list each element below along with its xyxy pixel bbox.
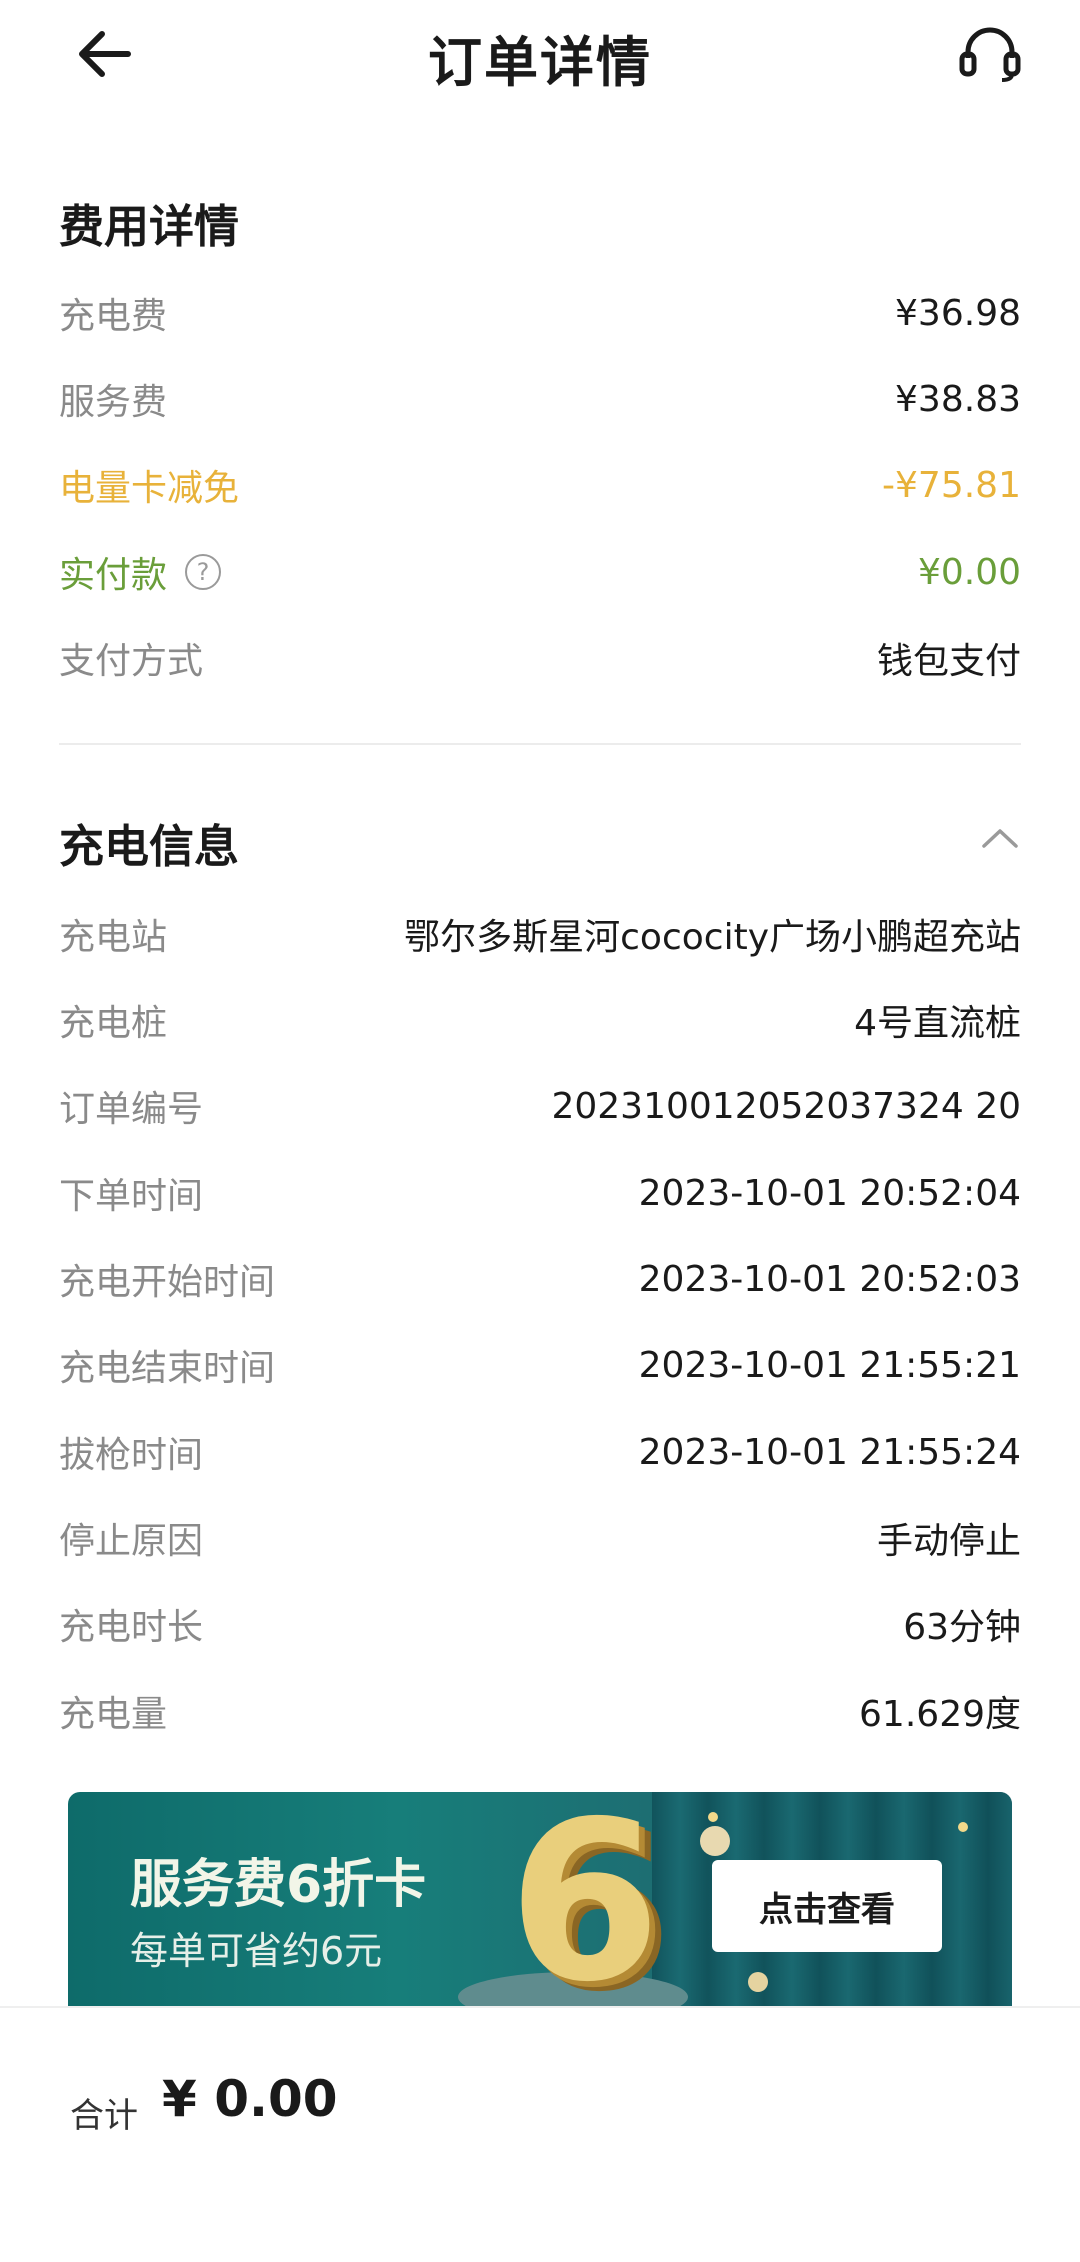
info-label: 停止原因 <box>59 1521 204 1562</box>
pile-value: 4号直流桩 <box>854 1003 1021 1044</box>
info-row: 拔枪时间 2023-10-01 21:55:24 <box>59 1422 1021 1482</box>
charging-section-title: 充电信息 <box>59 820 240 873</box>
confetti-ball <box>700 1826 730 1856</box>
info-label: 充电结束时间 <box>59 1348 276 1389</box>
section-divider <box>59 743 1021 745</box>
paid-row: 实付款 ? ¥0.00 <box>59 542 1021 602</box>
unplug-time-value: 2023-10-01 21:55:24 <box>638 1431 1021 1473</box>
info-row: 充电量 61.629度 <box>59 1681 1021 1741</box>
confetti-dot <box>708 1812 718 1822</box>
page-title: 订单详情 <box>428 31 652 94</box>
fee-section-title: 费用详情 <box>59 200 240 253</box>
charge-fee-value: ¥36.98 <box>895 292 1021 334</box>
station-value: 鄂尔多斯星河cococity广场小鹏超充站 <box>404 917 1021 958</box>
info-row: 充电时长 63分钟 <box>59 1594 1021 1654</box>
paid-value: ¥0.00 <box>917 551 1021 593</box>
discount-label: 电量卡减免 <box>59 468 240 509</box>
help-icon[interactable]: ? <box>185 554 222 590</box>
charge-fee-row: 充电费 ¥36.98 <box>59 283 1021 343</box>
customer-service-button[interactable] <box>950 14 1030 94</box>
banner-title: 服务费6折卡 <box>130 1855 427 1915</box>
info-label: 拔枪时间 <box>59 1435 204 1476</box>
info-row: 充电结束时间 2023-10-01 21:55:21 <box>59 1335 1021 1395</box>
total-value: ¥ 0.00 <box>162 2070 338 2128</box>
promo-banner[interactable]: 6 服务费6折卡 每单可省约6元 点击查看 <box>68 1792 1012 2006</box>
service-fee-value: ¥38.83 <box>895 378 1021 420</box>
order-time-value: 2023-10-01 20:52:04 <box>638 1172 1021 1214</box>
paid-label-wrap: 实付款 ? <box>59 546 222 598</box>
chevron-up-icon <box>982 829 1018 848</box>
banner-subtitle: 每单可省约6元 <box>130 1929 383 1973</box>
bottom-bar: 合计 ¥ 0.00 <box>0 2006 1080 2262</box>
info-row: 订单编号 202310012052037324 20 <box>59 1076 1021 1136</box>
collapse-button[interactable] <box>970 808 1030 868</box>
duration-value: 63分钟 <box>903 1607 1021 1648</box>
banner-big-number: 6 <box>508 1792 662 2006</box>
confetti-dot <box>958 1822 968 1832</box>
end-time-value: 2023-10-01 21:55:21 <box>638 1344 1021 1386</box>
discount-value: -¥75.81 <box>882 464 1021 506</box>
service-fee-label: 服务费 <box>59 382 168 423</box>
service-fee-row: 服务费 ¥38.83 <box>59 369 1021 429</box>
info-label: 订单编号 <box>59 1089 204 1130</box>
info-row: 充电桩 4号直流桩 <box>59 990 1021 1050</box>
info-label: 下单时间 <box>59 1176 204 1217</box>
info-label: 充电站 <box>59 917 168 958</box>
info-row: 停止原因 手动停止 <box>59 1508 1021 1568</box>
order-number-value: 202310012052037324 20 <box>551 1085 1021 1127</box>
start-time-value: 2023-10-01 20:52:03 <box>638 1258 1021 1300</box>
info-row: 充电开始时间 2023-10-01 20:52:03 <box>59 1249 1021 1309</box>
payment-method-value: 钱包支付 <box>876 641 1021 682</box>
payment-method-row: 支付方式 钱包支付 <box>59 628 1021 688</box>
headset-icon <box>959 27 1021 82</box>
total-label: 合计 <box>70 2096 138 2136</box>
view-card-button[interactable]: 点击查看 <box>712 1860 942 1952</box>
confetti-ball <box>748 1972 768 1992</box>
energy-value: 61.629度 <box>859 1694 1021 1735</box>
discount-row: 电量卡减免 -¥75.81 <box>59 455 1021 515</box>
info-label: 充电时长 <box>59 1607 204 1648</box>
info-row: 充电站 鄂尔多斯星河cococity广场小鹏超充站 <box>59 904 1021 964</box>
charge-fee-label: 充电费 <box>59 296 168 337</box>
header: 订单详情 <box>0 0 1080 108</box>
stop-reason-value: 手动停止 <box>876 1521 1021 1562</box>
info-label: 充电桩 <box>59 1003 168 1044</box>
paid-label: 实付款 <box>59 555 168 596</box>
info-label: 充电量 <box>59 1694 168 1735</box>
info-label: 充电开始时间 <box>59 1262 276 1303</box>
info-row: 下单时间 2023-10-01 20:52:04 <box>59 1163 1021 1223</box>
payment-method-label: 支付方式 <box>59 641 204 682</box>
